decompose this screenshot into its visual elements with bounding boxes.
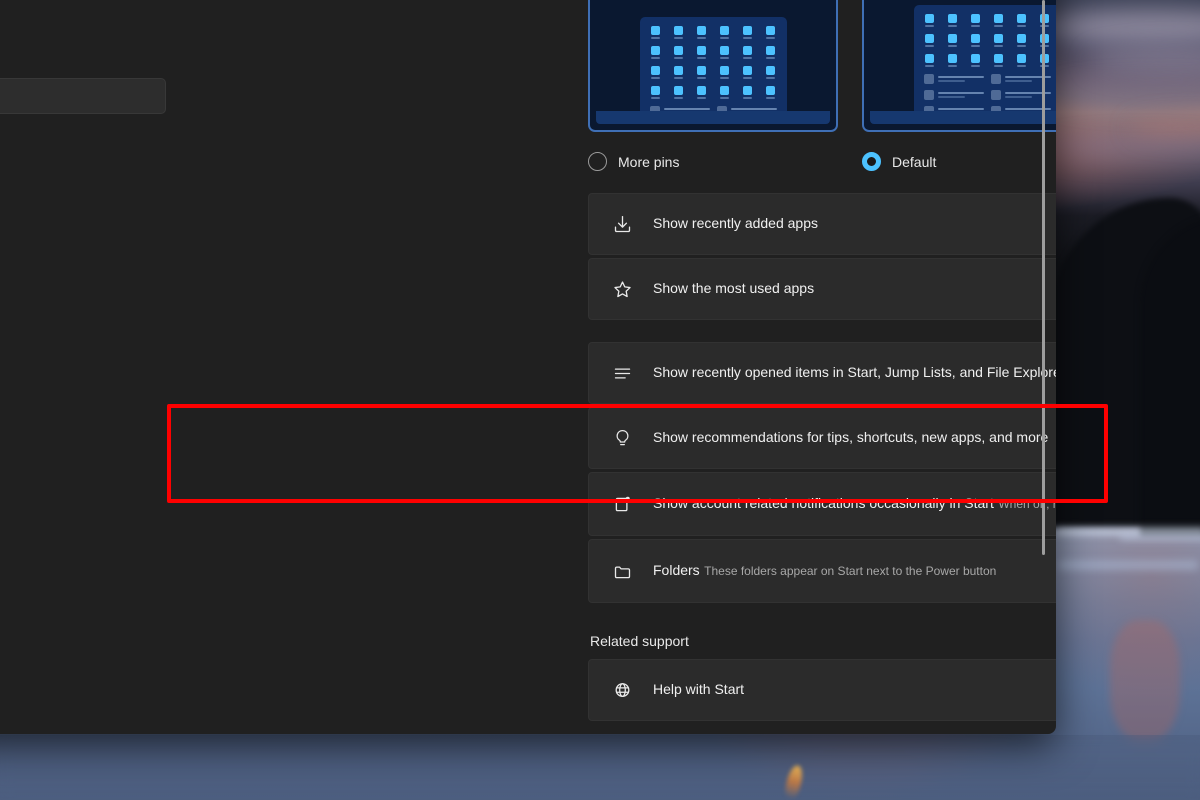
radio-default[interactable]: Default bbox=[862, 152, 1056, 171]
wallpaper-cloud bbox=[1056, 84, 1200, 106]
setting-row-most-used-apps[interactable]: Show the most used apps Off bbox=[588, 258, 1056, 320]
settings-content-pane: More pins Default More recommendations bbox=[180, 0, 1056, 734]
taskbar-mock bbox=[870, 111, 1056, 124]
setting-row-show-recommendations[interactable]: Show recommendations for tips, shortcuts… bbox=[588, 407, 1056, 469]
sidebar-item-accessibility[interactable]: ility bbox=[0, 223, 166, 259]
wallpaper-water-streak bbox=[1056, 528, 1200, 535]
sidebar-item-network-internet[interactable]: & internet bbox=[0, 39, 166, 75]
wallpaper-cloud bbox=[1130, 118, 1200, 138]
sidebar-item-privacy-security[interactable]: & security bbox=[0, 262, 166, 298]
pin-row bbox=[650, 86, 777, 99]
wallpaper-flame-accent bbox=[783, 764, 805, 800]
wallpaper-blur-band bbox=[0, 735, 1200, 800]
content-scrollbar-thumb[interactable] bbox=[1042, 0, 1045, 555]
lightbulb-icon bbox=[605, 428, 639, 449]
wallpaper-water-streak bbox=[1058, 560, 1198, 570]
wallpaper-water-reflection bbox=[1110, 620, 1180, 740]
start-menu-mock bbox=[914, 5, 1057, 124]
wallpaper-hill bbox=[1050, 198, 1200, 528]
notification-badge-icon bbox=[605, 494, 639, 515]
setting-row-recently-opened-items[interactable]: Show recently opened items in Start, Jum… bbox=[588, 342, 1056, 404]
setting-row-account-notifications[interactable]: Show account related notifications occas… bbox=[588, 472, 1056, 536]
radio-indicator-selected bbox=[862, 152, 881, 171]
wallpaper-cloud bbox=[1050, 140, 1200, 158]
pin-row bbox=[650, 46, 777, 59]
setting-title: Show recently added apps bbox=[653, 215, 818, 231]
folder-icon bbox=[605, 561, 639, 582]
wallpaper-cloud bbox=[1040, 10, 1200, 44]
wallpaper-hill bbox=[1140, 215, 1200, 535]
settings-group-apps: Show recently added apps On Show the mos… bbox=[588, 193, 1056, 320]
wallpaper-cloud bbox=[1090, 48, 1200, 74]
layout-preview-default[interactable] bbox=[862, 0, 1056, 132]
pin-row bbox=[924, 34, 1051, 47]
sidebar-item-apps[interactable]: s bbox=[0, 131, 166, 167]
sidebar-item-personalisation[interactable]: lisation bbox=[0, 78, 166, 114]
taskbar-mock bbox=[596, 111, 830, 124]
start-layout-previews bbox=[588, 0, 1056, 132]
start-menu-mock bbox=[640, 17, 787, 124]
globe-help-icon bbox=[605, 680, 639, 701]
start-layout-radio-group[interactable]: More pins Default More recommendations bbox=[588, 152, 1056, 171]
related-support-heading: Related support bbox=[590, 633, 1056, 649]
setting-title: Show account related notifications occas… bbox=[653, 495, 994, 511]
start-settings-body: More pins Default More recommendations bbox=[588, 0, 1056, 721]
settings-navigation-sidebar[interactable]: th & devices & internet lisation s langu… bbox=[0, 0, 180, 734]
star-icon bbox=[605, 279, 639, 300]
content-scrollbar-track[interactable] bbox=[1038, 0, 1050, 700]
setting-row-help-with-start[interactable]: Help with Start ⌃ bbox=[588, 659, 1056, 721]
radio-indicator bbox=[588, 152, 607, 171]
radio-label: More pins bbox=[618, 154, 679, 170]
wallpaper-water-streak bbox=[1120, 534, 1200, 540]
radio-label: Default bbox=[892, 154, 936, 170]
sidebar-item-bluetooth-devices[interactable]: th & devices bbox=[0, 0, 166, 36]
setting-title: Show recommendations for tips, shortcuts… bbox=[653, 429, 1048, 445]
pin-row bbox=[924, 14, 1051, 27]
setting-title: Help with Start bbox=[653, 681, 744, 697]
layout-preview-more-pins[interactable] bbox=[588, 0, 838, 132]
setting-title: Folders bbox=[653, 562, 700, 578]
sidebar-gap bbox=[0, 209, 166, 223]
sidebar-item-windows-update[interactable]: s Update bbox=[0, 301, 166, 337]
setting-row-folders[interactable]: Folders These folders appear on Start ne… bbox=[588, 539, 1056, 603]
pin-row bbox=[650, 66, 777, 79]
sidebar-item-time-language[interactable]: language bbox=[0, 170, 166, 206]
radio-more-pins[interactable]: More pins bbox=[588, 152, 838, 171]
preview-frame bbox=[862, 0, 1056, 132]
setting-subtitle: These folders appear on Start next to th… bbox=[704, 564, 996, 578]
settings-window: th & devices & internet lisation s langu… bbox=[0, 0, 1056, 734]
download-icon bbox=[605, 214, 639, 235]
setting-title: Show the most used apps bbox=[653, 280, 814, 296]
settings-group-related-support: Help with Start ⌃ bbox=[588, 659, 1056, 721]
setting-row-recently-added-apps[interactable]: Show recently added apps On bbox=[588, 193, 1056, 255]
pin-row bbox=[650, 26, 777, 39]
pin-row bbox=[924, 54, 1051, 67]
preview-frame bbox=[588, 0, 838, 132]
sidebar-gap bbox=[0, 117, 166, 131]
settings-group-start-behaviour: Show recently opened items in Start, Jum… bbox=[588, 342, 1056, 603]
setting-title: Show recently opened items in Start, Jum… bbox=[653, 364, 1056, 380]
list-icon bbox=[605, 363, 639, 384]
recommendation-grid bbox=[924, 74, 1051, 116]
